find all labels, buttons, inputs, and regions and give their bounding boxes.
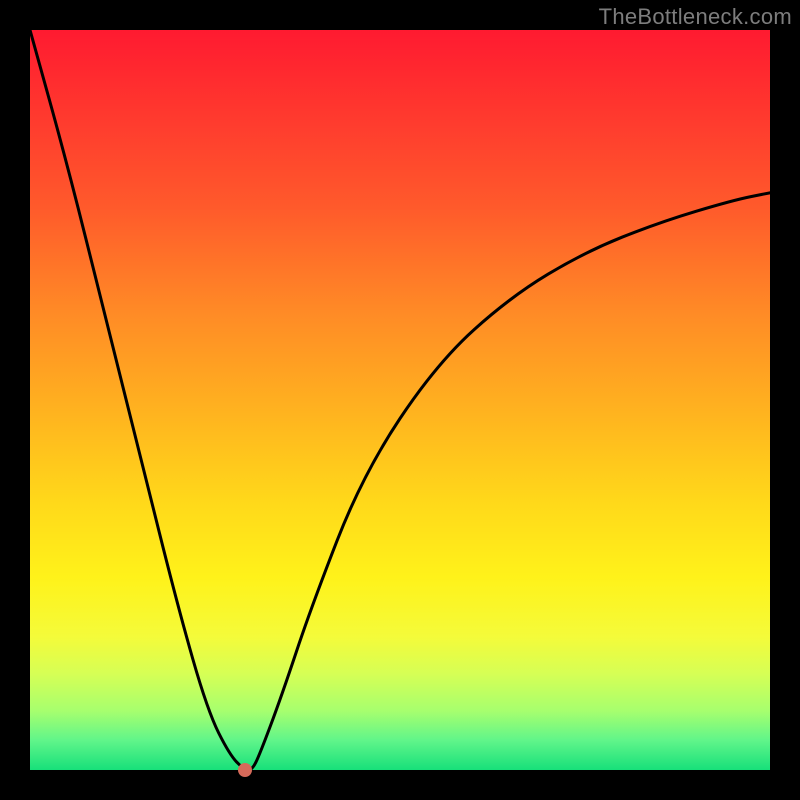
watermark-text: TheBottleneck.com (599, 4, 792, 30)
bottleneck-curve (30, 30, 770, 770)
curve-svg (30, 30, 770, 770)
plot-area (30, 30, 770, 770)
chart-frame: TheBottleneck.com (0, 0, 800, 800)
min-point-marker (238, 763, 252, 777)
